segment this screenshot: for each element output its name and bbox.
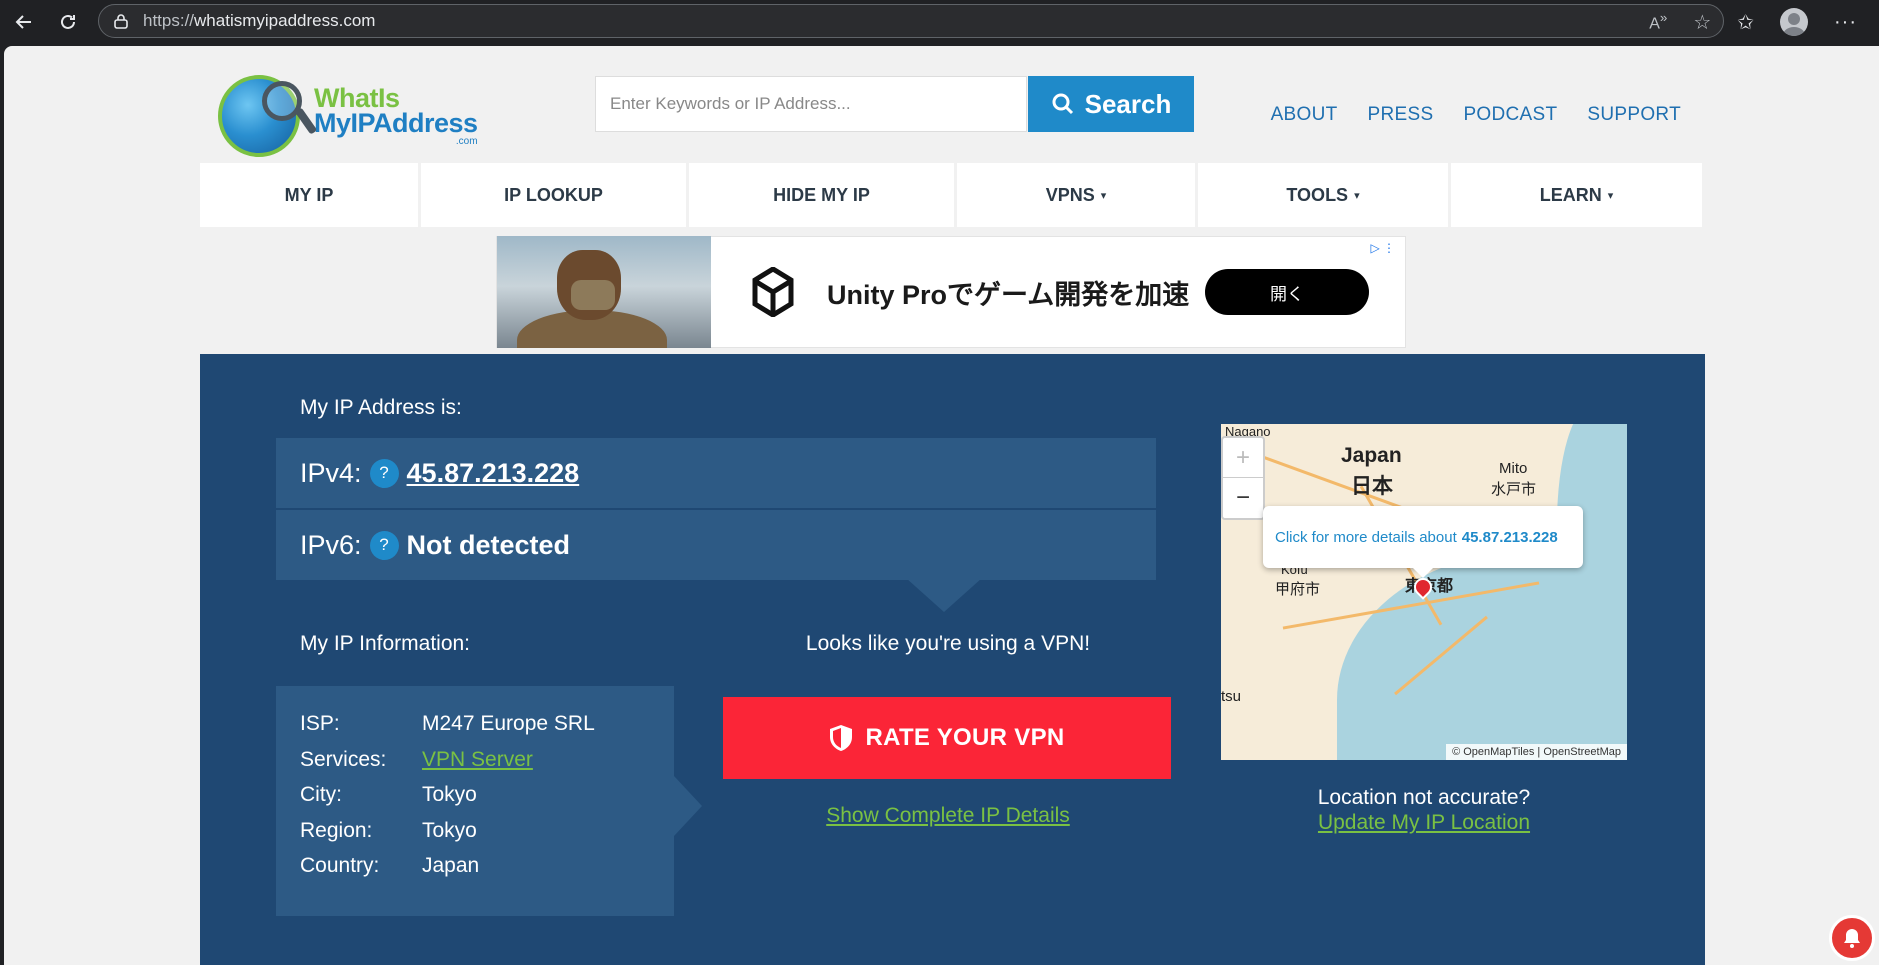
refresh-icon[interactable]: [52, 6, 84, 38]
page: WhatIs MyIPAddress .com Enter Keywords o…: [4, 46, 1879, 965]
map-label-mito-jp: 水戸市: [1491, 481, 1537, 498]
logo-line3: .com: [455, 135, 478, 147]
nav-learn[interactable]: LEARN ▾: [1451, 163, 1702, 227]
chevron-down-icon: ▾: [1354, 189, 1360, 202]
show-details-link[interactable]: Show Complete IP Details: [720, 804, 1176, 828]
back-icon[interactable]: [8, 6, 40, 38]
ad-choices-icon[interactable]: ▷ ⋮: [1370, 241, 1395, 255]
info-box: ISP: M247 Europe SRL Services: VPN Server …: [276, 686, 674, 916]
pointer-arrow: [906, 578, 982, 612]
info-row-services: Services: VPN Server: [300, 748, 674, 784]
nav-vpns[interactable]: VPNS ▾: [957, 163, 1195, 227]
map-label-mito: Mito: [1499, 460, 1528, 477]
link-podcast[interactable]: PODCAST: [1463, 104, 1557, 126]
globe-icon: [218, 75, 302, 157]
services-link[interactable]: VPN Server: [422, 748, 533, 784]
map-popup-ip: 45.87.213.228: [1461, 528, 1558, 546]
shield-icon: [830, 725, 853, 751]
location-map[interactable]: Nagano Japan 日本 Mito 水戸市 Kofu 甲府市 東京都 ts…: [1221, 424, 1627, 760]
update-location-link[interactable]: Update My IP Location: [1221, 811, 1627, 835]
map-label-kofu-jp: 甲府市: [1275, 581, 1321, 598]
ad-text: Unity Proでゲーム開発を加速: [827, 279, 1190, 310]
address-bar[interactable]: https://whatismyipaddress.com: [98, 4, 1724, 38]
info-row-city: City: Tokyo: [300, 783, 477, 806]
my-ip-heading: My IP Address is:: [300, 396, 462, 419]
map-attribution[interactable]: © OpenMapTiles | OpenStreetMap: [1446, 744, 1627, 760]
info-arrow: [674, 776, 702, 836]
ipv6-label: IPv6:: [300, 529, 362, 560]
favorite-star-icon[interactable]: ☆: [1693, 10, 1711, 35]
nav-hide-my-ip[interactable]: HIDE MY IP: [689, 163, 954, 227]
ipv4-label: IPv4:: [300, 457, 362, 488]
ipv6-value: Not detected: [406, 529, 571, 560]
url-text[interactable]: https://whatismyipaddress.com: [143, 11, 375, 31]
main-nav: MY IP IP LOOKUP HIDE MY IP VPNS ▾ TOOLS ▾ …: [200, 163, 1705, 227]
search-icon: [1052, 93, 1073, 115]
site: WhatIs MyIPAddress .com Enter Keywords o…: [200, 46, 1705, 965]
link-support[interactable]: SUPPORT: [1587, 104, 1681, 126]
info-heading: My IP Information:: [300, 632, 471, 655]
chevron-down-icon: ▾: [1607, 189, 1614, 202]
favorites-list-icon[interactable]: ✩: [1737, 10, 1754, 35]
chevron-down-icon: ▾: [1100, 189, 1107, 202]
search-button-label: Search: [1084, 88, 1172, 119]
ipv4-row: IPv4: ? 45.87.213.228: [276, 438, 1156, 508]
search-input[interactable]: Enter Keywords or IP Address...: [595, 76, 1027, 132]
help-icon[interactable]: ?: [369, 458, 399, 488]
logo-line2: MyIPAddress: [314, 108, 478, 139]
browser-toolbar: https://whatismyipaddress.com A» ☆ ✩ ···: [0, 0, 1879, 44]
vpn-message: Looks like you're using a VPN!: [805, 632, 1091, 655]
map-label-tsu: tsu: [1221, 688, 1242, 705]
ipv4-value[interactable]: 45.87.213.228: [407, 458, 580, 489]
map-popup[interactable]: Click for more details about 45.87.213.2…: [1263, 506, 1583, 578]
notification-bell-icon[interactable]: [1829, 915, 1875, 961]
map-label-japan: Japan: [1341, 444, 1402, 467]
map-label-nihon: 日本: [1351, 475, 1393, 498]
ad-image: [497, 236, 711, 348]
advertisement[interactable]: Unity Proでゲーム開発を加速 開く ▷ ⋮: [496, 236, 1406, 348]
link-about[interactable]: ABOUT: [1271, 104, 1338, 126]
more-menu-icon[interactable]: ···: [1834, 11, 1857, 34]
info-row-region: Region: Tokyo: [300, 818, 477, 842]
search-button[interactable]: Search: [1028, 76, 1194, 132]
top-links: ABOUT PRESS PODCAST SUPPORT: [1271, 104, 1681, 126]
info-row-country: Country: Japan: [300, 854, 480, 877]
map-zoom-control: + −: [1221, 436, 1265, 520]
zoom-out-button[interactable]: −: [1223, 478, 1263, 518]
site-logo[interactable]: WhatIs MyIPAddress .com: [218, 68, 478, 164]
ipv6-row: IPv6: ? Not detected: [276, 510, 1156, 580]
unity-logo-icon: [752, 267, 794, 317]
zoom-in-button[interactable]: +: [1223, 438, 1263, 478]
nav-ip-lookup[interactable]: IP LOOKUP: [421, 163, 686, 227]
nav-tools[interactable]: TOOLS ▾: [1198, 163, 1448, 227]
link-press[interactable]: PRESS: [1368, 104, 1434, 126]
ad-open-button[interactable]: 開く: [1205, 269, 1369, 315]
help-icon[interactable]: ?: [369, 530, 399, 560]
rate-vpn-label: RATE YOUR VPN: [865, 724, 1065, 751]
info-row-isp: ISP: M247 Europe SRL: [300, 712, 595, 735]
location-question: Location not accurate?: [1317, 786, 1531, 809]
map-popup-text: Click for more details about: [1275, 528, 1457, 546]
rate-vpn-button[interactable]: RATE YOUR VPN: [723, 697, 1171, 779]
ip-panel: My IP Address is: IPv4: ? 45.87.213.228 …: [200, 354, 1705, 965]
read-aloud-icon[interactable]: A»: [1649, 10, 1667, 33]
nav-my-ip[interactable]: MY IP: [200, 163, 418, 227]
profile-avatar[interactable]: [1780, 8, 1809, 36]
lock-icon[interactable]: [113, 13, 129, 29]
